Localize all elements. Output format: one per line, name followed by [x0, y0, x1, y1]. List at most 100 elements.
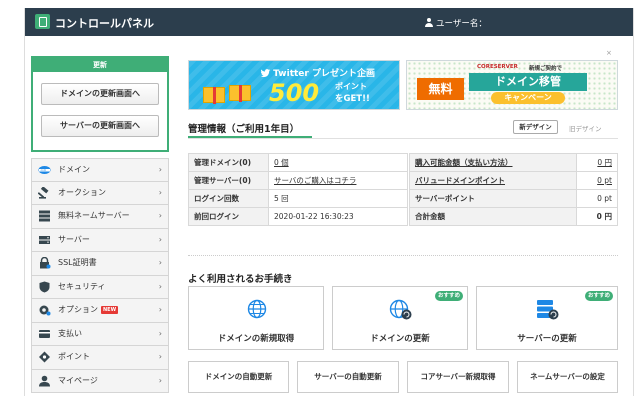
user-icon [425, 18, 433, 27]
coreserver-new-button[interactable]: コアサーバー新規取得 [407, 361, 509, 393]
sidebar-item-auction[interactable]: オークション › [31, 181, 169, 205]
balance-info-table: 購入可能金額（支払い方法） 0 円 バリュードメインポイント 0 pt サーバー… [408, 153, 618, 226]
purchase-server-link-text[interactable]: サーバのご購入はコチラ [274, 176, 356, 185]
payment-method-link[interactable]: 購入可能金額（支払い方法） [415, 158, 513, 167]
table-row: 前回ログイン 2020-01-22 16:30:23 [188, 207, 408, 226]
value-domain-points-link[interactable]: バリュードメインポイント [415, 176, 505, 185]
server-icon [39, 235, 50, 244]
table-row: ログイン回数 5 回 [188, 189, 408, 208]
domain-icon: .com [38, 166, 51, 174]
management-info-table: 管理ドメイン(0) 0 個 管理サーバー(0) サーバのご購入はコチラ ログイン… [188, 153, 408, 226]
domain-auto-renew-button[interactable]: ドメインの自動更新 [188, 361, 289, 393]
update-panel: 更新 ドメインの更新画面へ サーバーの更新画面へ [31, 56, 169, 152]
old-design-link[interactable]: 旧デザイン [569, 123, 602, 133]
login-count-value: 5 回 [268, 189, 408, 208]
domain-update-button[interactable]: ドメインの更新画面へ [41, 83, 159, 105]
chevron-right-icon: › [158, 281, 162, 291]
sidebar-item-payment[interactable]: 支払い › [31, 322, 169, 346]
domain-renewal-card[interactable]: おすすめ ドメインの更新 [332, 286, 468, 350]
user-menu[interactable]: ユーザー名： [425, 17, 487, 29]
chevron-right-icon: › [158, 305, 162, 314]
sidebar-item-domain[interactable]: .com ドメイン › [31, 158, 169, 182]
domain-banner-subtitle: 新規ご契約で [529, 66, 563, 72]
table-cell-value: 0 pt [576, 171, 618, 190]
domain-registration-card[interactable]: ドメインの新規取得 [188, 286, 324, 350]
table-row: 管理サーバー(0) サーバのご購入はコチラ [188, 171, 408, 190]
gift-box-icon [229, 85, 251, 102]
sidebar-nav: .com ドメイン › オークション › 無料ネームサーバー › サーバー › … [31, 158, 169, 393]
value-domain-points-value[interactable]: 0 pt [597, 176, 612, 185]
sidebar-item-security[interactable]: セキュリティ › [31, 275, 169, 299]
close-icon[interactable]: × [606, 49, 612, 57]
globe-refresh-icon [389, 299, 412, 320]
sidebar-item-mypage[interactable]: マイページ › [31, 369, 169, 393]
sidebar-item-ssl[interactable]: SSL証明書 › [31, 252, 169, 276]
sidebar-item-nameserver[interactable]: 無料ネームサーバー › [31, 205, 169, 229]
table-row: 管理ドメイン(0) 0 個 [188, 153, 408, 172]
procedures-title: よく利用されるお手続き [188, 274, 293, 285]
app-title[interactable]: コントロールパネル [55, 15, 154, 31]
chevron-right-icon: › [158, 187, 162, 197]
sidebar-item-label: オプション [58, 305, 98, 314]
sidebar-item-point[interactable]: ポイント › [31, 346, 169, 370]
twitter-banner-heading-text: Twitter プレゼント企画 [273, 69, 375, 79]
auction-gavel-icon [38, 186, 49, 199]
purchasable-amount-value[interactable]: 0 円 [597, 158, 612, 167]
sidebar-item-label: ドメイン [58, 165, 90, 174]
domain-banner-free: 無料 [417, 78, 464, 100]
sidebar-item-label: 支払い [58, 328, 82, 338]
total-amount-value: 0 円 [576, 207, 618, 226]
server-auto-renew-button[interactable]: サーバーの自動更新 [297, 361, 399, 393]
table-cell-label: ログイン回数 [188, 189, 269, 208]
domain-banner-title: ドメイン移管 [469, 73, 587, 91]
nameserver-icon [39, 210, 50, 222]
ssl-lock-icon [40, 257, 51, 269]
gift-box-icon [203, 87, 225, 104]
recommended-badge: おすすめ [584, 291, 613, 301]
chevron-right-icon: › [158, 165, 162, 174]
table-cell-value: 0 円 [576, 153, 618, 172]
chevron-right-icon: › [158, 234, 162, 244]
card-label: サーバーの更新 [517, 334, 577, 344]
sidebar-item-label: ポイント [58, 352, 90, 361]
table-cell-label: 管理サーバー(0) [188, 171, 269, 190]
section-divider [188, 138, 618, 139]
twitter-banner-heading: Twitter プレゼント企画 [260, 66, 375, 79]
sidebar-item-label: 無料ネームサーバー [58, 211, 130, 220]
sidebar-item-label: マイページ [58, 375, 98, 385]
option-gear-icon [39, 305, 51, 316]
payment-icon [39, 329, 50, 338]
new-design-button[interactable]: 新デザイン [513, 120, 558, 134]
section-divider [188, 255, 618, 256]
app-frame: コントロールパネル ユーザー名： 更新 ドメインの更新画面へ サーバーの更新画面… [24, 8, 634, 396]
card-label: ドメインの新規取得 [217, 334, 295, 344]
chevron-right-icon: › [158, 258, 162, 267]
sidebar-item-option[interactable]: オプション NEW › [31, 299, 169, 323]
mypage-user-icon [39, 375, 50, 386]
purchase-server-link[interactable]: サーバのご購入はコチラ [268, 171, 408, 190]
domain-transfer-banner[interactable]: CORESERVER 新規ご契約で 無料 ドメイン移管 キャンペーン [406, 60, 618, 110]
managed-domains-link[interactable]: 0 個 [268, 153, 408, 172]
app-logo-icon[interactable] [35, 14, 50, 29]
sidebar-item-server[interactable]: サーバー › [31, 228, 169, 252]
sidebar-item-label: オークション [58, 187, 106, 197]
update-panel-title: 更新 [33, 58, 167, 72]
new-badge: NEW [101, 306, 119, 314]
management-info-title: 管理情報（ご利用1年目） [188, 124, 300, 135]
chevron-right-icon: › [158, 211, 162, 220]
last-login-value: 2020-01-22 16:30:23 [268, 207, 408, 226]
server-points-value: 0 pt [576, 189, 618, 208]
server-update-button[interactable]: サーバーの更新画面へ [41, 115, 159, 137]
header-bar: コントロールパネル ユーザー名： [25, 8, 633, 36]
managed-domains-value[interactable]: 0 個 [274, 158, 289, 167]
table-cell-label: 購入可能金額（支払い方法） [408, 153, 578, 172]
point-icon [39, 351, 50, 363]
server-renewal-card[interactable]: おすすめ サーバーの更新 [476, 286, 618, 350]
twitter-banner-points: 500 [269, 79, 320, 107]
nameserver-settings-button[interactable]: ネームサーバーの設定 [517, 361, 618, 393]
twitter-campaign-banner[interactable]: Twitter プレゼント企画 500 ポイント をGET!! [188, 60, 400, 110]
recommended-badge: おすすめ [434, 291, 463, 301]
coreserver-brand: CORESERVER [477, 64, 518, 70]
table-cell-label: バリュードメインポイント [408, 171, 578, 190]
table-row: バリュードメインポイント 0 pt [408, 171, 618, 190]
